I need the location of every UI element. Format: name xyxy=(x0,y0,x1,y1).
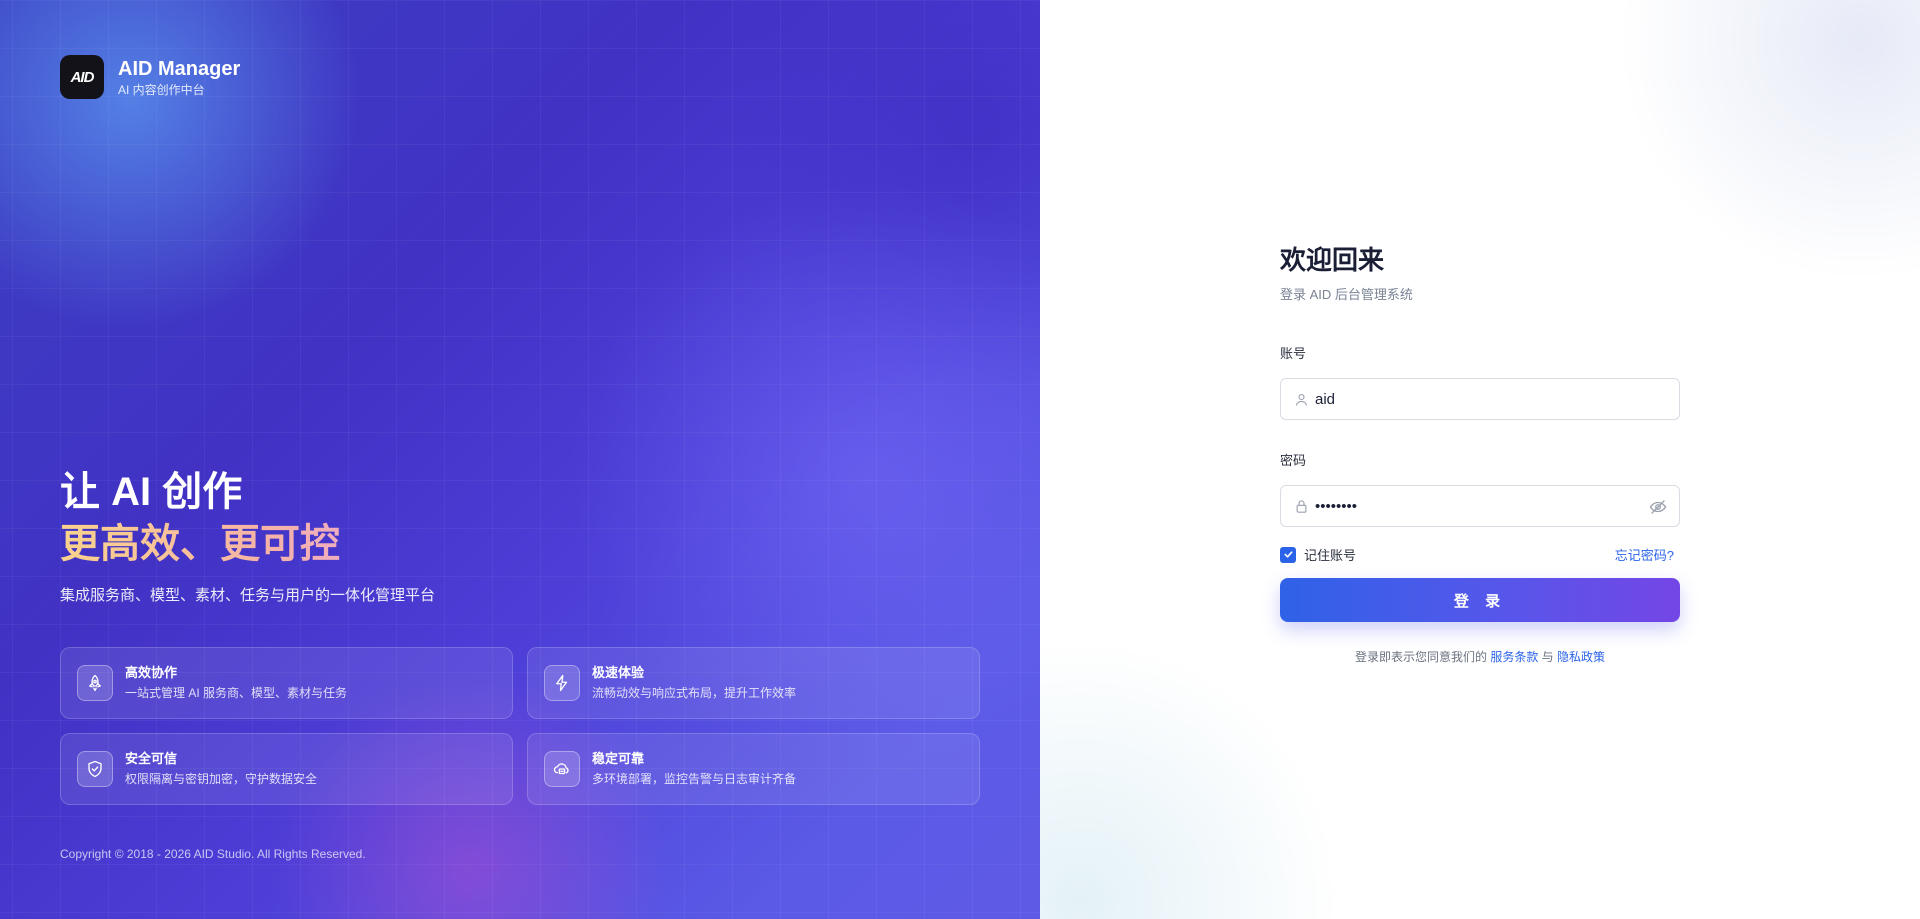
terms-notice: 登录即表示您同意我们的 服务条款 与 隐私政策 xyxy=(1280,648,1680,665)
feature-title: 安全可信 xyxy=(125,751,178,766)
feature-card: 高效协作 一站式管理 AI 服务商、模型、素材与任务 xyxy=(60,647,513,719)
feature-description: 一站式管理 AI 服务商、模型、素材与任务 xyxy=(125,686,348,700)
brand-panel: AID AID Manager AI 内容创作中台 让 AI 创作 更高效、更可… xyxy=(0,0,1040,919)
hero: 让 AI 创作 更高效、更可控 集成服务商、模型、素材、任务与用户的一体化管理平… xyxy=(60,466,435,605)
lightning-icon xyxy=(544,665,580,701)
eye-off-icon[interactable] xyxy=(1649,498,1667,516)
remember-account[interactable]: 记住账号 xyxy=(1280,545,1356,564)
account-input[interactable] xyxy=(1315,379,1635,419)
hero-description: 集成服务商、模型、素材、任务与用户的一体化管理平台 xyxy=(60,587,436,604)
terms-prefix: 登录即表示您同意我们的 xyxy=(1354,650,1487,664)
brand-text: AID Manager AI 内容创作中台 xyxy=(118,57,240,98)
feature-card: 稳定可靠 多环境部署，监控告警与日志审计齐备 xyxy=(527,733,980,805)
hero-highlight: 更高效、更可控 xyxy=(60,518,435,570)
feature-description: 流畅动效与响应式布局，提升工作效率 xyxy=(592,686,797,700)
password-input[interactable] xyxy=(1315,486,1635,526)
forgot-password-link[interactable]: 忘记密码? xyxy=(1615,545,1674,564)
logo-text: AID xyxy=(70,68,95,86)
app-subtitle: AI 内容创作中台 xyxy=(118,82,205,97)
feature-title: 高效协作 xyxy=(125,665,178,680)
feature-title: 极速体验 xyxy=(592,665,645,680)
login-subtitle: 登录 AID 后台管理系统 xyxy=(1280,287,1413,302)
feature-card: 安全可信 权限隔离与密钥加密，守护数据安全 xyxy=(60,733,513,805)
feature-card: 极速体验 流畅动效与响应式布局，提升工作效率 xyxy=(527,647,980,719)
copyright: Copyright © 2018 - 2026 AID Studio. All … xyxy=(60,847,366,861)
remember-label: 记住账号 xyxy=(1304,548,1357,563)
aid-logo-icon: AID xyxy=(60,55,104,99)
privacy-policy-link[interactable]: 隐私政策 xyxy=(1557,650,1605,664)
login-title: 欢迎回来 xyxy=(1280,245,1385,275)
terms-and: 与 xyxy=(1541,650,1554,664)
feature-grid: 高效协作 一站式管理 AI 服务商、模型、素材与任务 极速体验 流畅动效与响应式… xyxy=(60,647,980,805)
account-field-wrapper xyxy=(1280,378,1680,420)
password-label: 密码 xyxy=(1280,453,1307,468)
account-label: 账号 xyxy=(1280,346,1307,361)
cloud-server-icon xyxy=(544,751,580,787)
feature-description: 多环境部署，监控告警与日志审计齐备 xyxy=(592,772,797,786)
login-panel: 欢迎回来 登录 AID 后台管理系统 账号 密码 xyxy=(1040,0,1920,919)
app-name: AID Manager xyxy=(118,57,241,80)
form-options: 记住账号 忘记密码? xyxy=(1280,545,1680,564)
lock-icon xyxy=(1293,498,1309,514)
user-icon xyxy=(1293,391,1309,407)
feature-title: 稳定可靠 xyxy=(592,751,645,766)
hero-headline: 让 AI 创作 xyxy=(60,470,243,514)
rocket-icon xyxy=(77,665,113,701)
remember-checkbox[interactable] xyxy=(1280,546,1296,563)
password-field-wrapper xyxy=(1280,485,1680,527)
feature-description: 权限隔离与密钥加密，守护数据安全 xyxy=(125,772,318,786)
login-form: 欢迎回来 登录 AID 后台管理系统 账号 密码 xyxy=(1280,242,1680,665)
terms-of-service-link[interactable]: 服务条款 xyxy=(1490,650,1538,664)
login-button[interactable]: 登 录 xyxy=(1280,578,1680,622)
shield-check-icon xyxy=(77,751,113,787)
brand: AID AID Manager AI 内容创作中台 xyxy=(60,55,240,99)
